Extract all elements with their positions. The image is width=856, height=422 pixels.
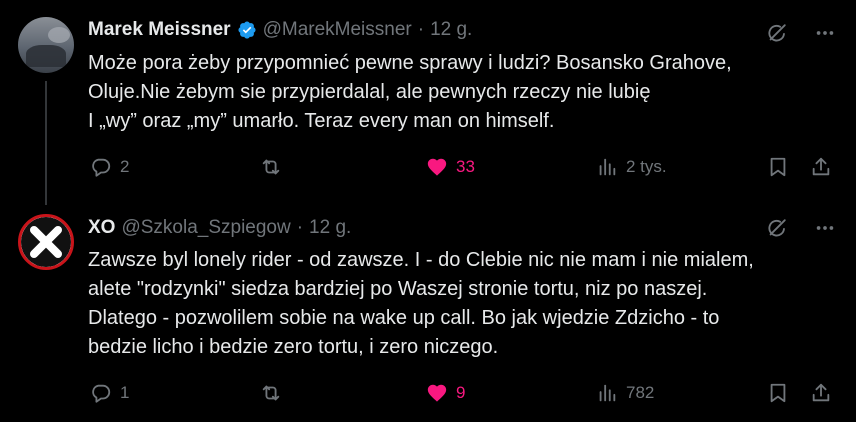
share-button[interactable] xyxy=(810,378,832,408)
tweet-text: Może pora żeby przypomnieć pewne sprawy … xyxy=(88,52,732,132)
share-icon xyxy=(812,383,830,402)
separator-dot: · xyxy=(296,217,304,238)
bookmark-button[interactable] xyxy=(767,152,789,182)
heart-icon xyxy=(427,158,447,176)
repost-button[interactable] xyxy=(260,378,290,408)
views-count: 782 xyxy=(626,383,655,402)
more-icon[interactable] xyxy=(814,22,836,44)
timestamp[interactable]: 12 g. xyxy=(309,217,351,239)
repost-icon xyxy=(262,159,280,175)
grok-icon[interactable] xyxy=(766,217,788,239)
tweet[interactable]: Marek Meissner @MarekMeissner · 12 g. Mo… xyxy=(0,0,856,205)
tweet-actions: 1 9 782 xyxy=(88,378,838,408)
reply-icon xyxy=(92,384,111,403)
more-icon[interactable] xyxy=(814,217,836,239)
reply-count: 2 xyxy=(120,157,130,176)
author-handle[interactable]: @Szkola_Szpiegow xyxy=(121,217,290,239)
x-mark-icon xyxy=(21,217,71,267)
like-button[interactable]: 9 xyxy=(426,378,465,408)
author-name[interactable]: XO xyxy=(88,217,115,239)
reply-icon xyxy=(92,158,111,177)
like-button[interactable]: 33 xyxy=(426,152,475,182)
separator-dot: · xyxy=(417,19,425,40)
heart-icon xyxy=(427,384,447,402)
avatar[interactable] xyxy=(18,214,74,270)
grok-icon[interactable] xyxy=(766,22,788,44)
bookmark-icon xyxy=(770,157,786,177)
avatar[interactable] xyxy=(18,17,74,73)
like-count: 33 xyxy=(456,157,475,176)
bookmark-icon xyxy=(770,383,786,403)
thread-line xyxy=(45,81,47,205)
reply-button[interactable]: 1 xyxy=(90,378,129,408)
tweet-top-actions xyxy=(766,22,836,44)
author-handle[interactable]: @MarekMeissner xyxy=(263,19,412,41)
repost-icon xyxy=(262,385,280,401)
tweet-text: Zawsze byl lonely rider - od zawsze. I -… xyxy=(88,249,754,358)
tweet-header: Marek Meissner @MarekMeissner · 12 g. xyxy=(88,19,472,41)
views-icon xyxy=(599,384,616,402)
share-button[interactable] xyxy=(810,152,832,182)
views-count: 2 tys. xyxy=(626,157,667,176)
author-name[interactable]: Marek Meissner xyxy=(88,19,231,41)
repost-button[interactable] xyxy=(260,152,290,182)
bookmark-button[interactable] xyxy=(767,378,789,408)
views-button[interactable]: 782 xyxy=(596,378,654,408)
reply-button[interactable]: 2 xyxy=(90,152,129,182)
tweet-actions: 2 33 2 tys. xyxy=(88,152,838,182)
views-button[interactable]: 2 tys. xyxy=(596,152,667,182)
verified-badge-icon xyxy=(237,20,257,40)
share-icon xyxy=(812,157,830,176)
tweet-top-actions xyxy=(766,217,836,239)
views-icon xyxy=(599,158,616,176)
tweet-header: XO @Szkola_Szpiegow · 12 g. xyxy=(88,217,351,239)
avatar-shape xyxy=(26,45,66,67)
reply-count: 1 xyxy=(120,383,130,402)
avatar-shape xyxy=(48,27,70,43)
timestamp[interactable]: 12 g. xyxy=(430,19,472,41)
like-count: 9 xyxy=(456,383,466,402)
